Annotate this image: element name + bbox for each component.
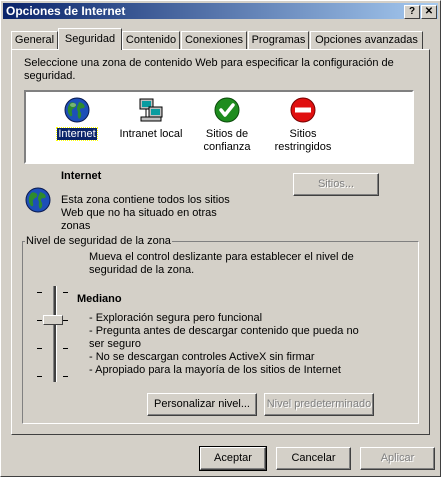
close-button[interactable]: ✕ (421, 5, 437, 19)
restricted-no-entry-icon (290, 97, 316, 123)
zone-description-2: Web que no ha situado en otras (61, 207, 217, 219)
sites-button[interactable]: Sitios... (293, 173, 379, 196)
window-title: Opciones de Internet (6, 4, 126, 18)
level-description-2: - Pregunta antes de descargar contenido … (89, 325, 359, 337)
slider-tick (63, 320, 68, 321)
level-description-3: ser seguro (89, 338, 141, 350)
tab-content[interactable]: Contenido (122, 31, 180, 49)
custom-level-button[interactable]: Personalizar nivel... (147, 393, 257, 416)
level-description-5: - Apropiado para la mayoría de los sitio… (89, 364, 341, 376)
default-level-button[interactable]: Nivel predeterminado (264, 393, 374, 416)
title-bar[interactable]: Opciones de Internet ? ✕ (3, 3, 438, 19)
zone-instruction: Seleccione una zona de contenido Web par… (24, 57, 394, 69)
slider-tick (37, 320, 42, 321)
slider-tick (63, 292, 68, 293)
security-level-name: Mediano (77, 293, 122, 305)
zone-description-3: zonas (61, 220, 91, 232)
level-description-4: - No se descargan controles ActiveX sin … (89, 351, 315, 363)
level-instruction-1: Mueva el control deslizante para estable… (89, 251, 354, 263)
zone-local-intranet-label: Intranet local (116, 128, 186, 141)
level-description-1: - Exploración segura pero funcional (89, 312, 263, 324)
security-level-group-label: Nivel de seguridad de la zona (25, 235, 172, 247)
zone-restricted-sites-label: Sitios restringidos (268, 128, 338, 154)
slider-tick (37, 348, 42, 349)
slider-tick (37, 376, 42, 377)
zone-trusted-sites-label-2: confianza (203, 141, 251, 153)
selected-zone-title: Internet (61, 170, 102, 182)
slider-tick (63, 376, 68, 377)
level-instruction-2: seguridad de la zona. (89, 264, 195, 276)
cancel-button[interactable]: Cancelar (276, 447, 351, 470)
trusted-check-icon (214, 97, 240, 123)
zone-restricted-sites-label-2: restringidos (274, 141, 332, 153)
intranet-computer-icon (139, 98, 163, 122)
zone-instruction-cont: seguridad. (24, 70, 76, 82)
zone-trusted-sites-label: Sitios de confianza (192, 128, 262, 154)
globe-icon (64, 97, 90, 123)
dialog-window: Opciones de Internet ? ✕ General Segurid… (0, 0, 441, 477)
slider-tick (63, 348, 68, 349)
slider-track (53, 286, 57, 382)
ok-button[interactable]: Aceptar (199, 446, 267, 471)
zone-description-1: Esta zona contiene todos los sitios (61, 194, 230, 206)
slider-tick (37, 292, 42, 293)
zone-restricted-sites-label-1: Sitios (289, 128, 317, 140)
zone-trusted-sites-label-1: Sitios de (205, 128, 249, 140)
tab-advanced-options[interactable]: Opciones avanzadas (310, 31, 423, 49)
selected-zone-globe-icon (25, 187, 51, 213)
slider-thumb[interactable] (43, 315, 63, 325)
zone-list[interactable]: Internet Intranet local Sitios de confia… (24, 90, 414, 164)
tab-programs[interactable]: Programas (248, 31, 309, 49)
zone-local-intranet-label-text: Intranet local (119, 128, 183, 140)
apply-button[interactable]: Aplicar (360, 447, 435, 470)
tab-general[interactable]: General (11, 31, 58, 49)
security-tab-panel: Seleccione una zona de contenido Web par… (11, 49, 430, 435)
zone-internet-label-text: Internet (56, 127, 98, 141)
help-button[interactable]: ? (404, 5, 420, 19)
security-level-slider[interactable] (37, 284, 73, 388)
zone-internet-label: Internet (42, 127, 112, 141)
tab-connections[interactable]: Conexiones (181, 31, 247, 49)
tab-security[interactable]: Seguridad (58, 28, 122, 50)
